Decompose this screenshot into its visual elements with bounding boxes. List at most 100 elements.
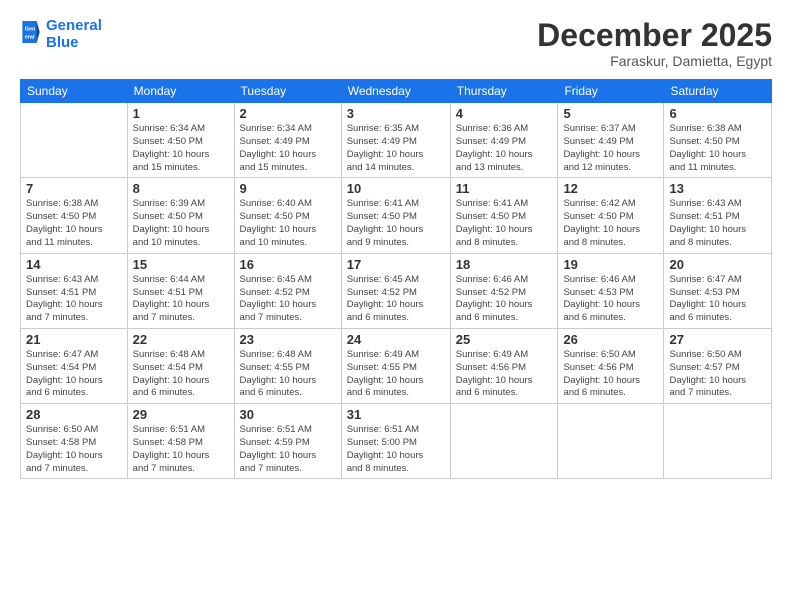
day-number: 14 [26, 257, 122, 272]
calendar-cell: 11 Sunrise: 6:41 AMSunset: 4:50 PMDayligh… [450, 178, 558, 253]
day-number: 25 [456, 332, 553, 347]
calendar-cell: 29 Sunrise: 6:51 AMSunset: 4:58 PMDayligh… [127, 404, 234, 479]
day-info: Sunrise: 6:51 AMSunset: 4:58 PMDaylight:… [133, 424, 229, 475]
header: Gen eral General Blue December 2025 Fara… [20, 18, 772, 69]
day-number: 1 [133, 106, 229, 121]
day-info: Sunrise: 6:45 AMSunset: 4:52 PMDaylight:… [347, 274, 445, 325]
day-info: Sunrise: 6:50 AMSunset: 4:57 PMDaylight:… [669, 349, 766, 400]
weekday-header: Saturday [664, 80, 772, 103]
logo-icon: Gen eral [22, 21, 40, 43]
calendar-cell: 17 Sunrise: 6:45 AMSunset: 4:52 PMDayligh… [341, 253, 450, 328]
day-number: 17 [347, 257, 445, 272]
day-number: 18 [456, 257, 553, 272]
day-info: Sunrise: 6:47 AMSunset: 4:53 PMDaylight:… [669, 274, 766, 325]
day-info: Sunrise: 6:49 AMSunset: 4:55 PMDaylight:… [347, 349, 445, 400]
calendar-cell: 21Sunrise: 6:47 AMSunset: 4:54 PMDayligh… [21, 328, 128, 403]
calendar-cell: 3Sunrise: 6:35 AMSunset: 4:49 PMDaylight… [341, 103, 450, 178]
day-number: 26 [563, 332, 658, 347]
svg-text:eral: eral [25, 34, 35, 40]
day-number: 10 [347, 181, 445, 196]
header-row: SundayMondayTuesdayWednesdayThursdayFrid… [21, 80, 772, 103]
location: Faraskur, Damietta, Egypt [537, 53, 772, 69]
calendar-cell: 19 Sunrise: 6:46 AMSunset: 4:53 PMDayligh… [558, 253, 664, 328]
weekday-header: Tuesday [234, 80, 341, 103]
weekday-header: Monday [127, 80, 234, 103]
day-number: 3 [347, 106, 445, 121]
day-info: Sunrise: 6:39 AMSunset: 4:50 PMDaylight:… [133, 198, 229, 249]
day-info: Sunrise: 6:40 AMSunset: 4:50 PMDaylight:… [240, 198, 336, 249]
logo: Gen eral General Blue [20, 18, 102, 51]
day-number: 15 [133, 257, 229, 272]
calendar-cell: 1Sunrise: 6:34 AMSunset: 4:50 PMDaylight… [127, 103, 234, 178]
calendar-cell: 20Sunrise: 6:47 AMSunset: 4:53 PMDayligh… [664, 253, 772, 328]
weekday-header: Friday [558, 80, 664, 103]
calendar-cell: 22 Sunrise: 6:48 AMSunset: 4:54 PMDayligh… [127, 328, 234, 403]
calendar-cell: 30Sunrise: 6:51 AMSunset: 4:59 PMDayligh… [234, 404, 341, 479]
day-info: Sunrise: 6:43 AMSunset: 4:51 PMDaylight:… [26, 274, 122, 325]
day-number: 12 [563, 181, 658, 196]
calendar-cell [664, 404, 772, 479]
day-number: 4 [456, 106, 553, 121]
day-number: 21 [26, 332, 122, 347]
day-info: Sunrise: 6:44 AMSunset: 4:51 PMDaylight:… [133, 274, 229, 325]
day-number: 22 [133, 332, 229, 347]
calendar-cell: 5Sunrise: 6:37 AMSunset: 4:49 PMDaylight… [558, 103, 664, 178]
calendar-cell: 27 Sunrise: 6:50 AMSunset: 4:57 PMDayligh… [664, 328, 772, 403]
calendar-cell: 25 Sunrise: 6:49 AMSunset: 4:56 PMDayligh… [450, 328, 558, 403]
svg-text:Gen: Gen [25, 26, 36, 32]
day-info: Sunrise: 6:46 AMSunset: 4:52 PMDaylight:… [456, 274, 553, 325]
calendar-week-row: 21Sunrise: 6:47 AMSunset: 4:54 PMDayligh… [21, 328, 772, 403]
calendar-cell: 28 Sunrise: 6:50 AMSunset: 4:58 PMDayligh… [21, 404, 128, 479]
weekday-header: Sunday [21, 80, 128, 103]
day-info: Sunrise: 6:51 AMSunset: 4:59 PMDaylight:… [240, 424, 336, 475]
calendar-week-row: 14 Sunrise: 6:43 AMSunset: 4:51 PMDayligh… [21, 253, 772, 328]
day-number: 9 [240, 181, 336, 196]
day-info: Sunrise: 6:48 AMSunset: 4:55 PMDaylight:… [240, 349, 336, 400]
day-number: 31 [347, 407, 445, 422]
calendar-cell: 24 Sunrise: 6:49 AMSunset: 4:55 PMDayligh… [341, 328, 450, 403]
day-number: 2 [240, 106, 336, 121]
title-block: December 2025 Faraskur, Damietta, Egypt [537, 18, 772, 69]
calendar-week-row: 28 Sunrise: 6:50 AMSunset: 4:58 PMDayligh… [21, 404, 772, 479]
day-info: Sunrise: 6:50 AMSunset: 4:58 PMDaylight:… [26, 424, 122, 475]
calendar-cell: 15 Sunrise: 6:44 AMSunset: 4:51 PMDayligh… [127, 253, 234, 328]
day-info: Sunrise: 6:41 AMSunset: 4:50 PMDaylight:… [456, 198, 553, 249]
day-info: Sunrise: 6:51 AMSunset: 5:00 PMDaylight:… [347, 424, 445, 475]
day-number: 28 [26, 407, 122, 422]
day-number: 24 [347, 332, 445, 347]
weekday-header: Thursday [450, 80, 558, 103]
day-info: Sunrise: 6:50 AMSunset: 4:56 PMDaylight:… [563, 349, 658, 400]
day-info: Sunrise: 6:46 AMSunset: 4:53 PMDaylight:… [563, 274, 658, 325]
day-number: 6 [669, 106, 766, 121]
month-title: December 2025 [537, 18, 772, 53]
calendar-cell: 2Sunrise: 6:34 AMSunset: 4:49 PMDaylight… [234, 103, 341, 178]
day-number: 11 [456, 181, 553, 196]
day-number: 19 [563, 257, 658, 272]
day-number: 16 [240, 257, 336, 272]
day-number: 29 [133, 407, 229, 422]
calendar-cell [21, 103, 128, 178]
calendar-week-row: 7 Sunrise: 6:38 AMSunset: 4:50 PMDaylight… [21, 178, 772, 253]
calendar-week-row: 1Sunrise: 6:34 AMSunset: 4:50 PMDaylight… [21, 103, 772, 178]
calendar-cell: 6Sunrise: 6:38 AMSunset: 4:50 PMDaylight… [664, 103, 772, 178]
calendar-cell: 13 Sunrise: 6:43 AMSunset: 4:51 PMDayligh… [664, 178, 772, 253]
calendar-cell: 9 Sunrise: 6:40 AMSunset: 4:50 PMDaylight… [234, 178, 341, 253]
day-info: Sunrise: 6:43 AMSunset: 4:51 PMDaylight:… [669, 198, 766, 249]
logo-line1: General [46, 18, 102, 35]
day-info: Sunrise: 6:45 AMSunset: 4:52 PMDaylight:… [240, 274, 336, 325]
day-number: 27 [669, 332, 766, 347]
calendar-cell: 16 Sunrise: 6:45 AMSunset: 4:52 PMDayligh… [234, 253, 341, 328]
day-info: Sunrise: 6:36 AMSunset: 4:49 PMDaylight:… [456, 123, 553, 174]
day-info: Sunrise: 6:42 AMSunset: 4:50 PMDaylight:… [563, 198, 658, 249]
day-info: Sunrise: 6:38 AMSunset: 4:50 PMDaylight:… [26, 198, 122, 249]
day-info: Sunrise: 6:49 AMSunset: 4:56 PMDaylight:… [456, 349, 553, 400]
calendar-cell: 12 Sunrise: 6:42 AMSunset: 4:50 PMDayligh… [558, 178, 664, 253]
calendar-cell: 4 Sunrise: 6:36 AMSunset: 4:49 PMDaylight… [450, 103, 558, 178]
day-number: 13 [669, 181, 766, 196]
day-info: Sunrise: 6:37 AMSunset: 4:49 PMDaylight:… [563, 123, 658, 174]
day-number: 7 [26, 181, 122, 196]
logo-line2: Blue [46, 35, 102, 52]
day-info: Sunrise: 6:48 AMSunset: 4:54 PMDaylight:… [133, 349, 229, 400]
calendar-cell: 14 Sunrise: 6:43 AMSunset: 4:51 PMDayligh… [21, 253, 128, 328]
calendar-cell [558, 404, 664, 479]
